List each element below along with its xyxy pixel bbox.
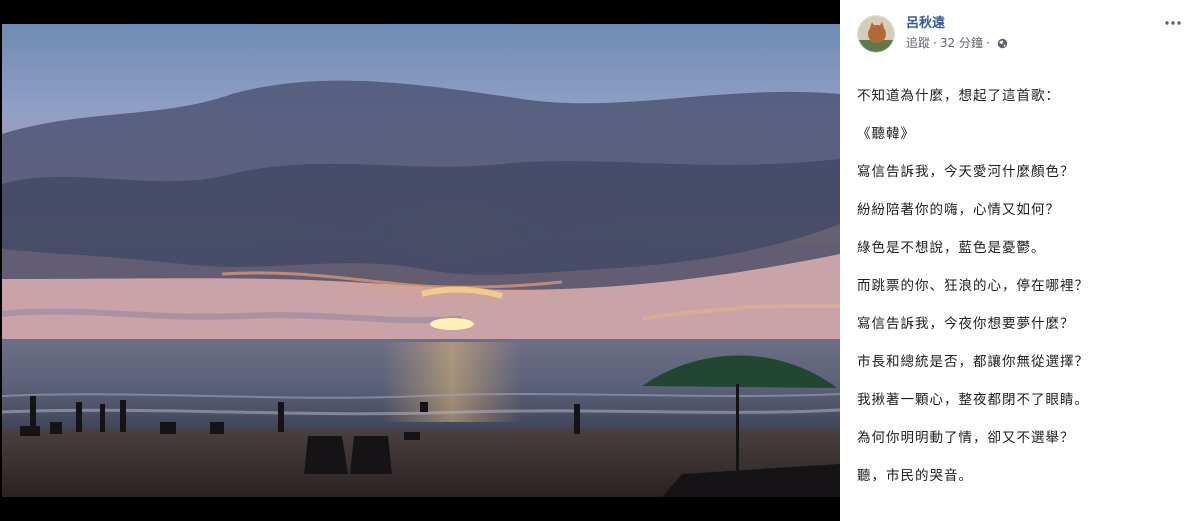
author-name[interactable]: 呂秋遠 [906,15,1008,33]
post-header: 呂秋遠 追蹤 · 32 分鐘 · [857,14,1184,60]
post-line: 寫信告訴我，今天愛河什麼顏色？ [857,164,1075,180]
separator: · [933,36,937,50]
separator: · [985,36,990,50]
post-subline: 追蹤 · 32 分鐘 · [906,34,1008,52]
post-line: 而跳票的你、狂浪的心，停在哪裡？ [857,278,1089,294]
globe-icon[interactable] [997,38,1008,49]
post-line: 不知道為什麼，想起了這首歌： [857,88,1060,104]
post-line: 我揪著一顆心，整夜都閉不了眼睛。 [857,392,1089,408]
post-sidebar: 呂秋遠 追蹤 · 32 分鐘 · 不知道為什麼，想起了這首歌： 《聽韓》 寫信告… [840,0,1200,521]
more-options-icon[interactable] [1162,12,1184,34]
photo-viewer [0,0,840,521]
post-line: 寫信告訴我，今夜你想要夢什麼？ [857,316,1075,332]
post-meta: 呂秋遠 追蹤 · 32 分鐘 · [906,14,1008,52]
sunset-beach-photo[interactable] [2,24,840,497]
post-text: 不知道為什麼，想起了這首歌： 《聽韓》 寫信告訴我，今天愛河什麼顏色？ 紛紛陪著… [857,87,1184,505]
post-line: 為何你明明動了情，卻又不選舉？ [857,430,1075,446]
post-line: 綠色是不想說，藍色是憂鬱。 [857,240,1046,256]
avatar[interactable] [857,15,895,53]
audience-label: 追蹤 [906,36,931,50]
post-line: 紛紛陪著你的嗨，心情又如何？ [857,202,1060,218]
post-time[interactable]: 32 分鐘 [940,34,983,52]
post-line: 《聽韓》 [857,126,915,142]
post-line: 市長和總統是否，都讓你無從選擇？ [857,354,1089,370]
post-line: 聽，市民的哭音。 [857,468,973,484]
